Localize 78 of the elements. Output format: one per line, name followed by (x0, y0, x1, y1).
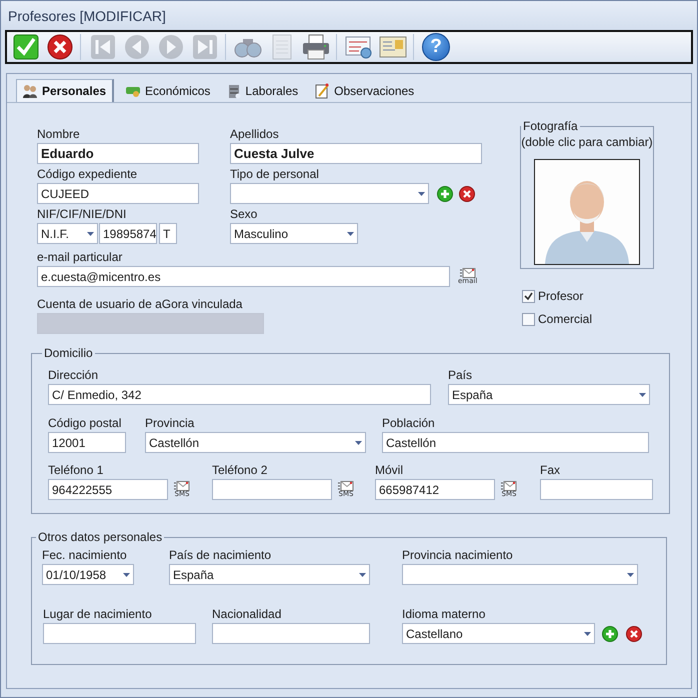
field-label: Fax (540, 463, 562, 477)
field-label: Código postal (48, 416, 122, 430)
input-field[interactable]: Cuesta Julve (230, 143, 482, 164)
input-field[interactable]: 12001 (48, 432, 126, 453)
field-label: Provincia (145, 416, 196, 430)
field-label: Código expediente (37, 167, 138, 181)
field-label: Cuenta de usuario de aGora vinculada (37, 297, 244, 311)
input-field[interactable] (212, 479, 332, 500)
field-label: e-mail particular (37, 250, 124, 264)
add-button[interactable] (437, 186, 453, 202)
input-field[interactable]: T (159, 223, 177, 244)
field-label: Teléfono 2 (212, 463, 268, 477)
field-label: Nombre (37, 127, 81, 141)
input-field[interactable] (212, 623, 370, 644)
field-label: Teléfono 1 (48, 463, 104, 477)
people-icon (22, 84, 38, 98)
tab[interactable]: Observaciones (309, 79, 420, 102)
checkbox-label: Profesor (538, 289, 584, 303)
input-field[interactable]: Castellón (382, 432, 649, 453)
input-field[interactable]: 19895874 (99, 223, 157, 244)
dropdown[interactable]: Castellano (402, 623, 595, 644)
print-button[interactable] (300, 32, 332, 62)
input-field[interactable]: Eduardo (37, 143, 199, 164)
caret-icon (639, 392, 646, 396)
field-label: Fec. nacimiento (42, 548, 128, 562)
field-label: Apellidos (230, 127, 280, 141)
checkbox-label: Comercial (538, 312, 592, 326)
field-label: Población (382, 416, 436, 430)
group-title: Domicilio (43, 346, 94, 360)
caret-icon (355, 440, 362, 444)
field-label: País (448, 368, 474, 382)
input-field[interactable]: 964222555 (48, 479, 168, 500)
checkbox[interactable] (522, 290, 535, 302)
field-label: Tipo de personal (230, 167, 320, 181)
group-title: Fotografía (522, 119, 579, 133)
filing-cabinet-icon (227, 84, 242, 98)
dropdown[interactable]: Castellón (145, 432, 366, 453)
field-label: Lugar de nacimiento (43, 607, 153, 621)
add-button[interactable] (602, 626, 618, 642)
caret-icon (359, 572, 366, 576)
notepad-icon (315, 83, 330, 99)
field-label: Móvil (375, 463, 404, 477)
field-label: Nacionalidad (212, 607, 282, 621)
field-label: NIF/CIF/NIE/DNI (37, 207, 128, 221)
field-label: Dirección (48, 368, 100, 382)
field-label: Sexo (230, 207, 258, 221)
caret-icon (87, 232, 94, 236)
dropdown[interactable]: 01/10/1958 (42, 564, 134, 585)
caret-icon (627, 572, 634, 576)
caret-icon (584, 632, 591, 636)
dropdown[interactable]: N.I.F. (37, 223, 98, 244)
checkbox[interactable] (522, 312, 535, 326)
input-field[interactable] (540, 479, 653, 500)
money-icon (125, 85, 142, 97)
caret-icon (418, 192, 425, 196)
photo-hint: (doble clic para cambiar) (521, 135, 653, 149)
dropdown[interactable] (230, 183, 429, 204)
dropdown[interactable] (402, 564, 638, 585)
tab[interactable]: Económicos (119, 79, 216, 102)
input-field[interactable] (43, 623, 196, 644)
dropdown[interactable]: España (169, 564, 370, 585)
input-field[interactable]: e.cuesta@micentro.es (37, 266, 450, 287)
group-title: Otros datos personales (37, 530, 164, 544)
input-field[interactable]: 665987412 (375, 479, 495, 500)
dropdown[interactable]: Masculino (230, 223, 358, 244)
tab[interactable]: Laborales (221, 79, 304, 102)
field-label: Idioma materno (402, 607, 486, 621)
caret-icon (123, 572, 130, 576)
field-label: Provincia nacimiento (402, 548, 514, 562)
field-label: País de nacimiento (169, 548, 272, 562)
remove-button[interactable] (459, 186, 475, 202)
input-field[interactable]: C/ Enmedio, 342 (48, 384, 431, 405)
dropdown[interactable]: España (448, 384, 650, 405)
window-title: Profesores [MODIFICAR] (8, 8, 166, 24)
tab[interactable]: Personales (16, 79, 114, 102)
remove-button[interactable] (626, 626, 642, 642)
input-field[interactable]: CUJEED (37, 183, 199, 204)
caret-icon (347, 232, 354, 236)
